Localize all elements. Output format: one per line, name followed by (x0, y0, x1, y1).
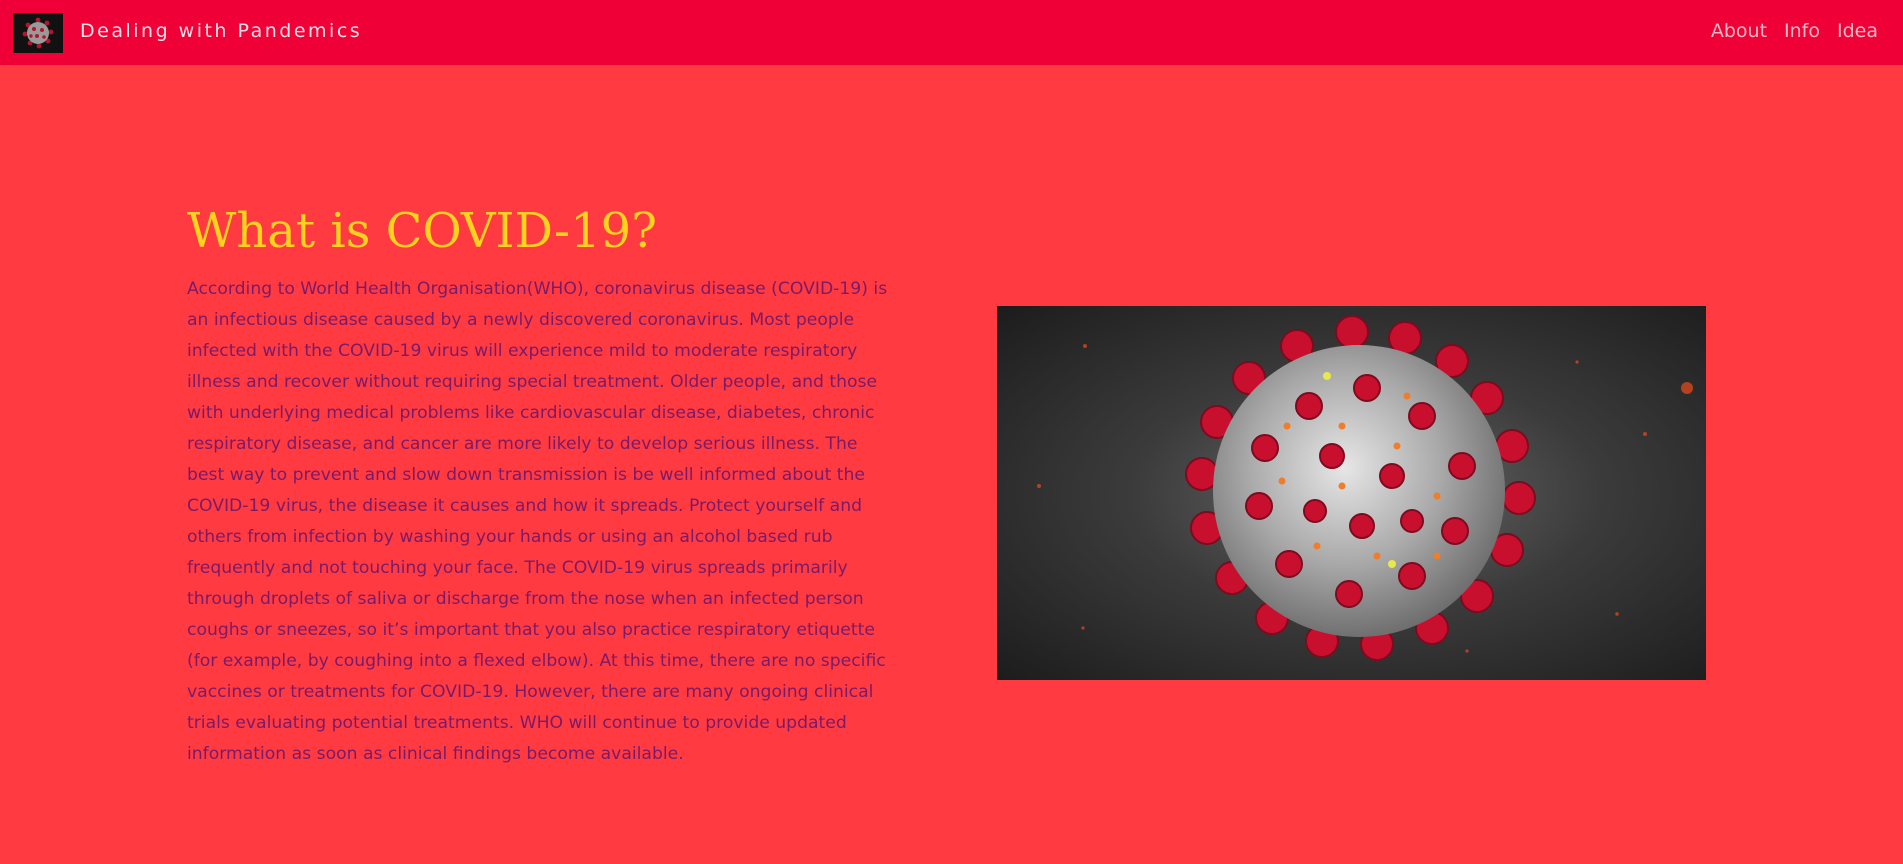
nav-link-about[interactable]: About (1711, 20, 1767, 42)
nav-link-idea[interactable]: Idea (1837, 20, 1878, 42)
nav-link-info[interactable]: Info (1784, 20, 1820, 42)
coronavirus-illustration (997, 306, 1706, 680)
nav-menu: About Info Idea (1711, 20, 1878, 42)
brand-link[interactable]: Dealing with Pandemics (13, 13, 362, 53)
virus-logo-icon (13, 13, 63, 53)
site-title: Dealing with Pandemics (80, 20, 363, 42)
navbar: Dealing with Pandemics About Info Idea (0, 0, 1903, 65)
page-heading: What is COVID-19? (187, 203, 657, 259)
covid-description: According to World Health Organisation(W… (187, 279, 888, 764)
